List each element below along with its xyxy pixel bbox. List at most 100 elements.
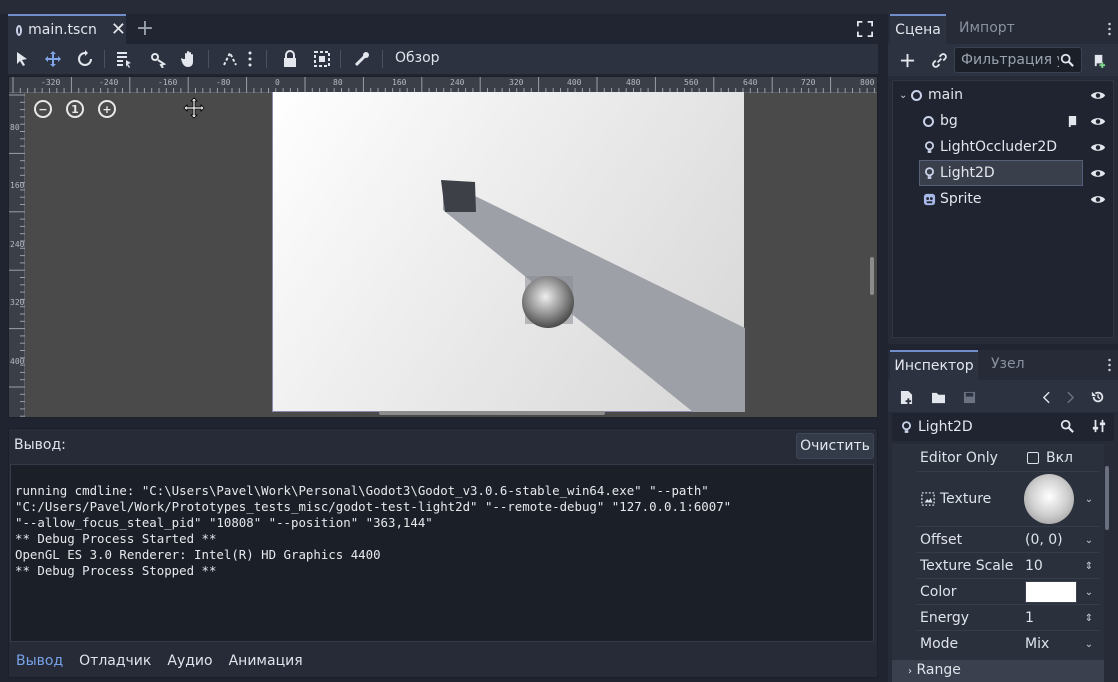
open-folder-icon[interactable] (928, 386, 948, 408)
move-tool-icon[interactable] (41, 47, 65, 71)
chevron-left-icon[interactable] (1038, 386, 1054, 408)
color-swatch[interactable] (1025, 581, 1077, 603)
add-tab-icon[interactable]: + (136, 16, 154, 41)
ruler-label: 640 (743, 78, 758, 87)
search-icon[interactable] (1058, 416, 1076, 436)
chevron-down-icon[interactable]: ⌄ (1082, 585, 1096, 599)
link-icon[interactable] (928, 48, 950, 72)
log-line: "--allow_focus_steal_pid" "10808" "--pos… (15, 515, 433, 530)
ruler-label: -160 (158, 78, 178, 87)
section-range-label[interactable]: › Range (908, 662, 961, 678)
sprite-sphere[interactable] (522, 276, 574, 328)
spinner-icon[interactable]: ⇕ (1082, 611, 1096, 625)
history-icon[interactable] (1088, 386, 1108, 408)
tree-node-bg[interactable]: bg (893, 108, 1113, 134)
tree-node-sprite[interactable]: Sprite (893, 186, 1113, 212)
spinner-icon[interactable]: ⇕ (1082, 559, 1096, 573)
prop-texture-scale[interactable]: Texture Scale 10 ⇕ (892, 554, 1104, 578)
pivot-tool-icon[interactable] (145, 47, 169, 71)
clear-button[interactable]: Очистить (796, 433, 874, 459)
canvas-viewport[interactable]: -320 -240 -160 -80 0 80 160 240 320 400 … (8, 76, 878, 418)
bone-tool-icon[interactable] (350, 47, 374, 71)
zoom-in-icon[interactable]: + (98, 100, 116, 118)
canvas-toolbar (8, 44, 878, 74)
prop-divider (916, 630, 1100, 631)
chevron-down-icon[interactable]: ⌄ (1082, 492, 1096, 506)
chevron-down-icon[interactable]: ⌄ (1082, 533, 1096, 547)
new-resource-icon[interactable] (896, 386, 916, 408)
save-icon[interactable] (959, 386, 979, 408)
list-select-icon[interactable] (112, 47, 136, 71)
prop-mode[interactable]: Mode Mix ⌄ (892, 632, 1104, 656)
tab-debugger[interactable]: Отладчик (79, 653, 151, 669)
inspector-scrollbar[interactable] (1105, 466, 1109, 530)
dock-menu-icon[interactable] (1104, 18, 1114, 40)
tab-node[interactable]: Узел (991, 356, 1025, 372)
visibility-eye-icon[interactable] (1089, 164, 1107, 182)
prop-value[interactable]: 10 (1025, 558, 1043, 574)
output-log[interactable]: running cmdline: "C:\Users\Pavel\Work\Pe… (10, 464, 874, 642)
visibility-eye-icon[interactable] (1089, 86, 1107, 104)
chevron-down-icon[interactable]: ⌄ (1082, 637, 1096, 651)
light-shadow (443, 182, 745, 412)
close-icon[interactable]: ✕ (111, 21, 126, 39)
chevron-right-icon[interactable] (1062, 386, 1078, 408)
prop-value[interactable]: Mix (1025, 636, 1049, 652)
prop-offset[interactable]: Offset (0, 0) ⌄ (892, 528, 1104, 552)
group-icon[interactable] (310, 47, 334, 71)
visibility-eye-icon[interactable] (1089, 190, 1107, 208)
scene-canvas[interactable] (272, 92, 745, 412)
texture-preview[interactable] (1024, 474, 1074, 524)
prop-energy[interactable]: Energy 1 ⇕ (892, 606, 1104, 630)
ruler-label: 240 (450, 78, 465, 87)
lock-icon[interactable] (278, 47, 302, 71)
select-tool-icon[interactable] (10, 47, 34, 71)
add-node-icon[interactable] (896, 48, 918, 72)
tab-main-tscn[interactable]: main.tscn ✕ (8, 14, 126, 44)
visibility-eye-icon[interactable] (1089, 112, 1107, 130)
vertical-scrollbar[interactable] (870, 257, 874, 295)
occluder-square[interactable] (441, 180, 476, 212)
ruler-label: -80 (216, 78, 231, 87)
script-icon[interactable] (1065, 113, 1079, 129)
prop-color[interactable]: Color ⌄ (892, 580, 1104, 604)
prop-divider (916, 578, 1100, 579)
object-tools-icon[interactable] (1090, 416, 1108, 436)
ruler-label: 480 (626, 78, 641, 87)
tab-import[interactable]: Импорт (959, 20, 1015, 36)
zoom-reset-button[interactable]: 1 (66, 100, 84, 118)
zoom-out-icon[interactable]: − (34, 100, 52, 118)
prop-editor-only[interactable]: Editor Only Вкл (892, 446, 1104, 470)
dock-menu-icon[interactable] (1104, 354, 1114, 376)
tab-animation[interactable]: Анимация (229, 653, 303, 669)
light-occluder-icon (923, 139, 935, 155)
scene-tree[interactable]: ⌄ main bg LightOccluder2D Light2D Sprite (892, 80, 1114, 338)
tab-output[interactable]: Вывод (16, 653, 63, 669)
prop-value[interactable]: (0, 0) (1025, 532, 1063, 548)
inspector-properties: Editor Only Вкл Texture ⌄ Offset (0, 0) … (892, 444, 1104, 678)
tab-scene[interactable]: Сцена (890, 14, 946, 44)
tab-inspector[interactable]: Инспектор (890, 350, 978, 380)
inspector-object-row[interactable]: Light2D (892, 413, 1114, 441)
prop-texture[interactable]: Texture ⌄ (892, 472, 1104, 526)
horizontal-scrollbar[interactable] (379, 411, 605, 415)
snap-options-icon[interactable] (244, 47, 256, 71)
attach-script-icon[interactable] (1088, 48, 1110, 72)
prop-value[interactable]: 1 (1025, 610, 1034, 626)
output-title: Вывод: (14, 437, 66, 453)
tree-node-light2d[interactable]: Light2D (893, 160, 1113, 186)
ruler-label: 320 (509, 78, 524, 87)
snap-icon[interactable] (218, 47, 242, 71)
checkbox[interactable] (1027, 452, 1039, 464)
tree-node-main[interactable]: ⌄ main (893, 82, 1113, 108)
visibility-eye-icon[interactable] (1089, 138, 1107, 156)
rotate-tool-icon[interactable] (73, 47, 97, 71)
tree-node-lightoccluder2d[interactable]: LightOccluder2D (893, 134, 1113, 160)
prop-divider (916, 552, 1100, 553)
tab-audio[interactable]: Аудио (167, 653, 212, 669)
pan-tool-icon[interactable] (177, 47, 201, 71)
chevron-down-icon[interactable]: ⌄ (899, 90, 907, 101)
overview-button[interactable]: Обзор (395, 50, 440, 66)
light-bulb-icon (923, 165, 935, 181)
fullscreen-icon[interactable] (854, 18, 876, 40)
